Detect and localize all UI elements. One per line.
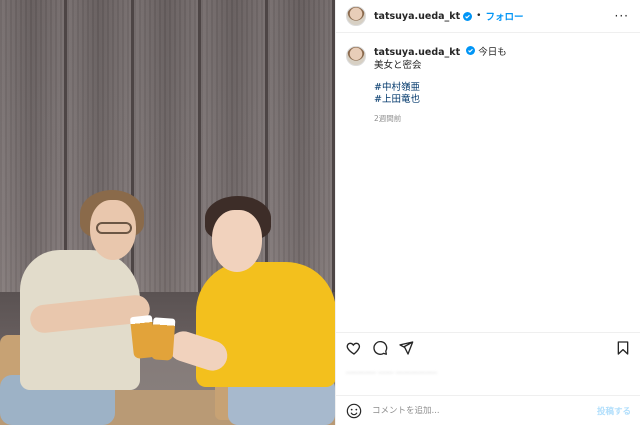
bookmark-icon[interactable] xyxy=(615,340,631,356)
caption-line: 今日も xyxy=(478,47,507,58)
caption: tatsuya.ueda_kt 今日も 美女と密会 #中村嶺亜 #上田竜也 2週… xyxy=(346,46,631,125)
avatar[interactable] xyxy=(346,46,366,66)
beer-glass xyxy=(150,317,176,361)
username[interactable]: tatsuya.ueda_kt xyxy=(374,11,460,22)
post-header: tatsuya.ueda_kt • フォロー ··· xyxy=(336,0,640,33)
more-icon[interactable]: ··· xyxy=(615,9,629,23)
comment-bar: 投稿する xyxy=(336,395,640,425)
likes-text: ________ ____ ___________ xyxy=(346,364,438,373)
comment-input[interactable] xyxy=(372,405,597,416)
comment-icon[interactable] xyxy=(372,340,388,356)
verified-badge-icon xyxy=(463,11,473,21)
avatar[interactable] xyxy=(346,6,366,26)
verified-badge-icon xyxy=(466,46,476,55)
person-left-glasses xyxy=(96,222,132,234)
hashtag-link[interactable]: #中村嶺亜 xyxy=(374,82,507,94)
follow-button[interactable]: フォロー xyxy=(485,9,523,23)
hashtag-link[interactable]: #上田竜也 xyxy=(374,94,507,106)
share-icon[interactable] xyxy=(398,340,414,356)
caption-line: 美女と密会 xyxy=(374,60,422,71)
heart-icon[interactable] xyxy=(346,340,362,356)
post-photo[interactable] xyxy=(0,0,335,425)
post-sidebar: tatsuya.ueda_kt • フォロー ··· tatsuya.ueda_… xyxy=(335,0,640,425)
post-comment-button[interactable]: 投稿する xyxy=(597,405,631,417)
separator-dot: • xyxy=(476,11,482,21)
action-bar xyxy=(336,332,640,362)
person-right-head xyxy=(212,210,262,272)
timestamp: 2週間前 xyxy=(374,114,402,123)
caption-username[interactable]: tatsuya.ueda_kt xyxy=(374,47,460,58)
emoji-icon[interactable] xyxy=(346,403,362,419)
